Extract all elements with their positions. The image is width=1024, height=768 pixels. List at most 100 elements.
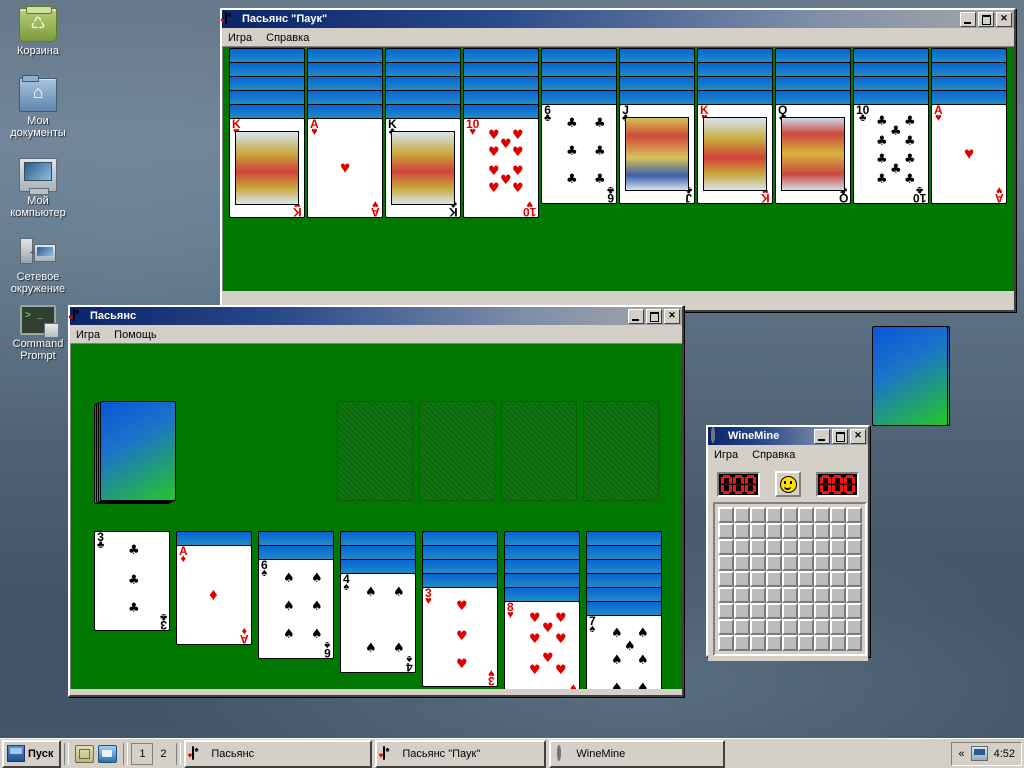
tray-expand-button[interactable]: «: [958, 748, 964, 760]
mine-cell[interactable]: [766, 555, 782, 571]
mine-cell[interactable]: [814, 619, 830, 635]
system-tray[interactable]: « 4:52: [951, 741, 1022, 766]
mine-cell[interactable]: [766, 507, 782, 523]
mine-cell[interactable]: [798, 539, 814, 555]
mine-cell[interactable]: [750, 635, 766, 651]
mine-cell[interactable]: [830, 571, 846, 587]
mine-cell[interactable]: [718, 587, 734, 603]
mine-cell[interactable]: [782, 571, 798, 587]
mine-cell[interactable]: [846, 587, 862, 603]
mine-cell[interactable]: [766, 619, 782, 635]
desktop-icon-recycle-bin[interactable]: Корзина: [0, 6, 76, 57]
mine-cell[interactable]: [830, 603, 846, 619]
mine-cell[interactable]: [846, 507, 862, 523]
playing-card[interactable]: K♣ K♣: [385, 118, 461, 219]
mine-cell[interactable]: [798, 619, 814, 635]
playing-card[interactable]: 7♠ 7♠ ♠♠ ♠ ♠♠ ♠♠: [586, 615, 662, 689]
playing-card[interactable]: 6 ♠ 6 ♠ ♠ ♠ ♠ ♠ ♠ ♠: [258, 559, 334, 660]
desktop-pager[interactable]: 1 2: [131, 742, 173, 765]
winemine-menubar[interactable]: Игра Справка: [708, 445, 868, 463]
winemine-window[interactable]: WineMine ✕ Игра Справка: [706, 425, 870, 661]
mine-cell[interactable]: [814, 539, 830, 555]
klondike-solitaire-window[interactable]: Пасьянс ✕ Игра Помощь 3♣ 3♣ ♣: [68, 305, 684, 697]
taskbar-clock[interactable]: 4:52: [994, 748, 1015, 760]
mine-cell[interactable]: [750, 571, 766, 587]
mine-cell[interactable]: [750, 555, 766, 571]
klondike-minimize-button[interactable]: [628, 308, 644, 324]
mine-cell[interactable]: [846, 619, 862, 635]
winemine-minimize-button[interactable]: [814, 428, 830, 444]
desktop-icon-my-documents[interactable]: Мои документы: [0, 75, 76, 139]
mine-cell[interactable]: [718, 507, 734, 523]
mine-cell[interactable]: [814, 507, 830, 523]
pager-desktop-1[interactable]: 1: [131, 742, 154, 765]
mine-cell[interactable]: [766, 523, 782, 539]
winemine-menu-game[interactable]: Игра: [714, 449, 738, 461]
winemine-close-button[interactable]: ✕: [850, 428, 866, 444]
mine-cell[interactable]: [846, 523, 862, 539]
mine-cell[interactable]: [750, 507, 766, 523]
mine-cell[interactable]: [766, 571, 782, 587]
mine-cell[interactable]: [798, 507, 814, 523]
klondike-menu-help[interactable]: Помощь: [114, 329, 157, 341]
klondike-menu-game[interactable]: Игра: [76, 329, 100, 341]
mine-cell[interactable]: [734, 619, 750, 635]
mine-cell[interactable]: [734, 587, 750, 603]
minefield[interactable]: [713, 502, 867, 656]
start-button[interactable]: Пуск: [2, 739, 62, 768]
mine-cell[interactable]: [750, 539, 766, 555]
mine-cell[interactable]: [750, 587, 766, 603]
mine-cell[interactable]: [734, 523, 750, 539]
mine-cell[interactable]: [782, 587, 798, 603]
mine-cell[interactable]: [814, 523, 830, 539]
mine-cell[interactable]: [798, 555, 814, 571]
mine-cell[interactable]: [734, 507, 750, 523]
mine-cell[interactable]: [846, 603, 862, 619]
mine-cell[interactable]: [782, 555, 798, 571]
winemine-titlebar[interactable]: WineMine ✕: [708, 427, 868, 445]
mine-cell[interactable]: [830, 635, 846, 651]
mine-cell[interactable]: [766, 587, 782, 603]
mine-cell[interactable]: [798, 587, 814, 603]
playing-card[interactable]: J♣ J♣: [619, 104, 695, 205]
spider-menu-help[interactable]: Справка: [266, 32, 309, 44]
mine-cell[interactable]: [782, 603, 798, 619]
mine-cell[interactable]: [814, 555, 830, 571]
spider-menu-game[interactable]: Игра: [228, 32, 252, 44]
mine-cell[interactable]: [782, 507, 798, 523]
mine-cell[interactable]: [734, 555, 750, 571]
taskbar-task-spider[interactable]: Пасьянс "Паук": [375, 739, 547, 768]
mine-cell[interactable]: [782, 635, 798, 651]
mine-cell[interactable]: [814, 603, 830, 619]
winemine-menu-help[interactable]: Справка: [752, 449, 795, 461]
mine-cell[interactable]: [782, 523, 798, 539]
mine-cell[interactable]: [798, 635, 814, 651]
mine-cell[interactable]: [830, 587, 846, 603]
spider-maximize-button[interactable]: [978, 11, 994, 27]
winemine-maximize-button[interactable]: [832, 428, 848, 444]
mine-cell[interactable]: [766, 539, 782, 555]
quick-launch-bar[interactable]: [72, 744, 120, 763]
mine-cell[interactable]: [814, 571, 830, 587]
taskbar-task-klondike[interactable]: Пасьянс: [184, 739, 373, 768]
playing-card[interactable]: 6 ♣ 6 ♣ ♣ ♣ ♣ ♣ ♣ ♣: [541, 104, 617, 205]
mine-cell[interactable]: [830, 619, 846, 635]
mine-cell[interactable]: [734, 571, 750, 587]
klondike-close-button[interactable]: ✕: [664, 308, 680, 324]
klondike-menubar[interactable]: Игра Помощь: [70, 325, 682, 343]
playing-card[interactable]: 4 ♠ 4 ♠ ♠ ♠ ♠ ♠: [340, 573, 416, 674]
mine-cell[interactable]: [718, 539, 734, 555]
mine-cell[interactable]: [846, 635, 862, 651]
mine-cell[interactable]: [766, 603, 782, 619]
spider-minimize-button[interactable]: [960, 11, 976, 27]
klondike-playfield[interactable]: 3♣ 3♣ ♣ ♣ ♣ A♦ A♦ ♦ 6♠ 6♠ ♠♠ ♠♠: [70, 343, 682, 689]
mine-cell[interactable]: [798, 571, 814, 587]
mine-cell[interactable]: [718, 635, 734, 651]
spider-menubar[interactable]: Игра Справка: [222, 28, 1014, 46]
mine-cell[interactable]: [846, 555, 862, 571]
playing-card[interactable]: 3 ♣ 3 ♣ ♣ ♣ ♣: [94, 531, 170, 632]
mine-cell[interactable]: [718, 603, 734, 619]
mine-cell[interactable]: [718, 555, 734, 571]
mine-cell[interactable]: [734, 539, 750, 555]
mine-cell[interactable]: [718, 523, 734, 539]
